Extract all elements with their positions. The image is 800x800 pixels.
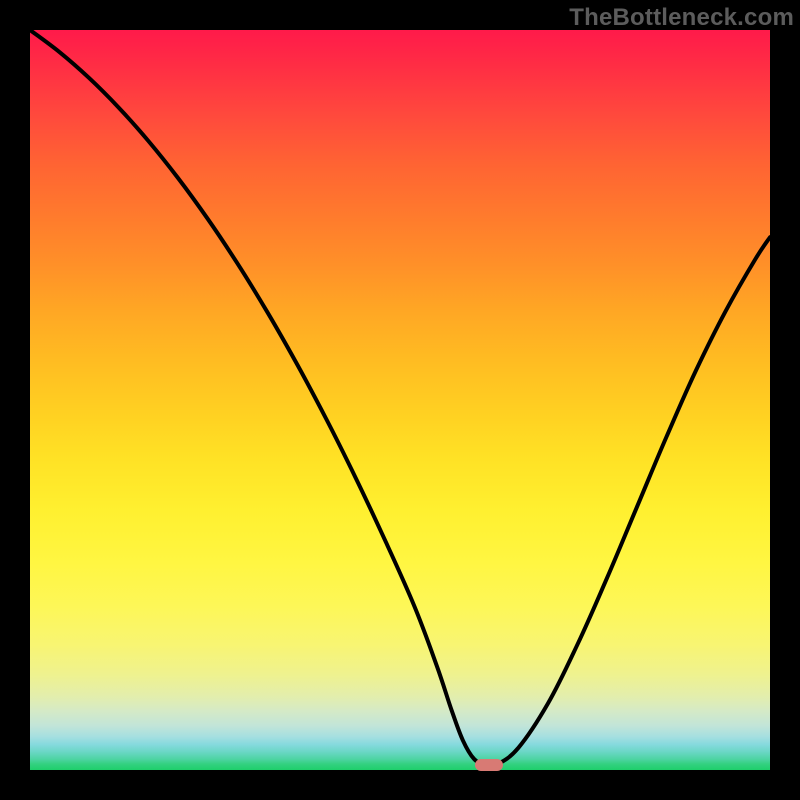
bottleneck-curve: [30, 30, 770, 770]
watermark-text: TheBottleneck.com: [569, 4, 794, 32]
chart-container: TheBottleneck.com: [0, 0, 800, 800]
curve-path: [30, 30, 770, 766]
minimum-marker: [475, 759, 503, 771]
plot-area: [30, 30, 770, 770]
